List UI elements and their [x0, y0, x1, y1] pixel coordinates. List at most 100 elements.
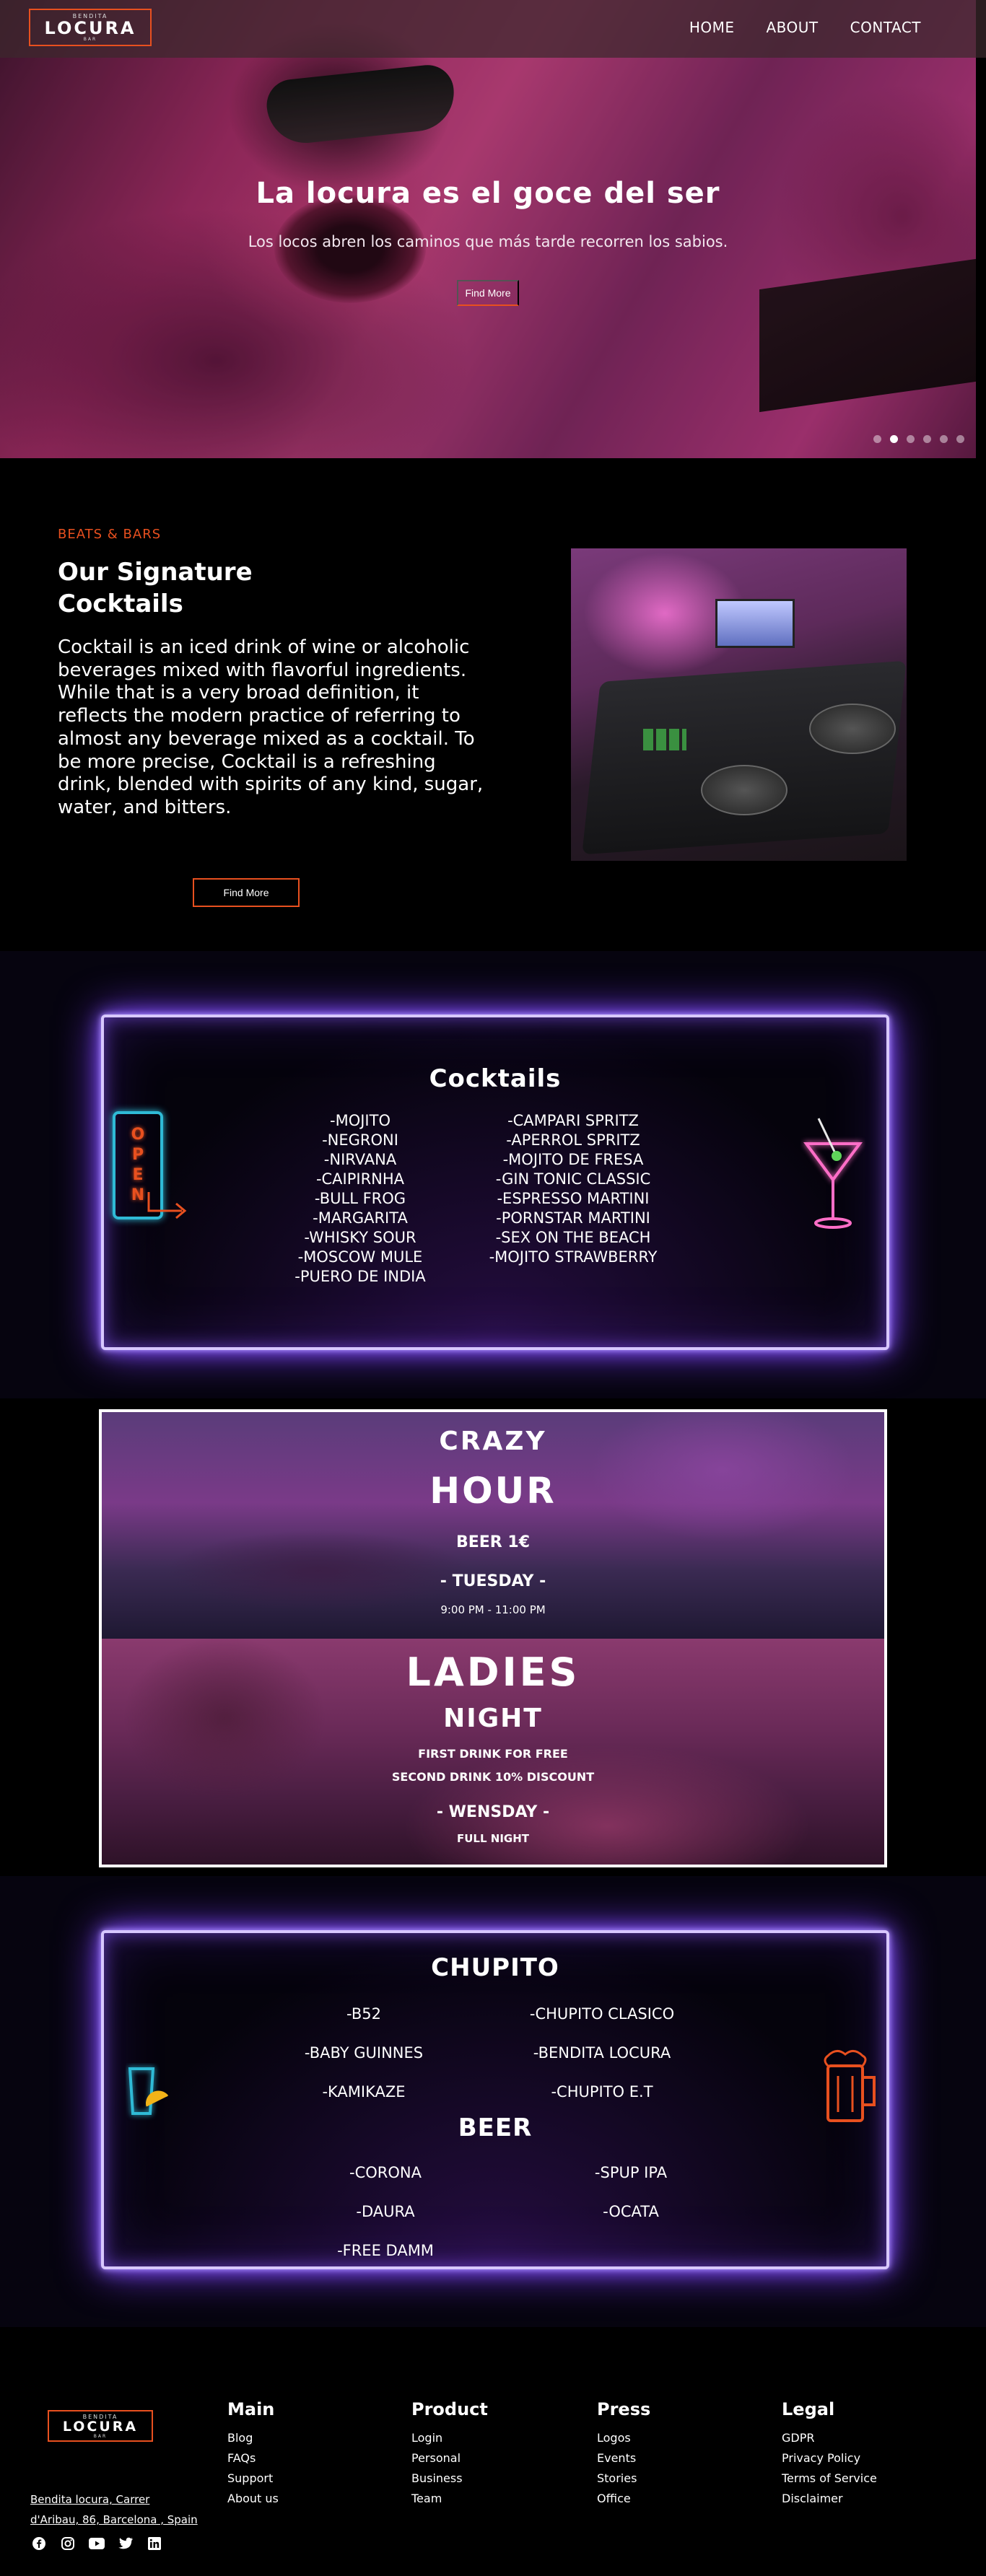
- menu-item: -NIRVANA: [323, 1151, 397, 1168]
- footer-link-gdpr[interactable]: GDPR: [782, 2428, 877, 2448]
- footer-link-business[interactable]: Business: [411, 2468, 488, 2489]
- jog-wheel: [809, 704, 896, 754]
- ladies-label: LADIES: [406, 1649, 580, 1695]
- jog-wheel: [701, 765, 788, 815]
- footer-column-legal: Legal GDPR Privacy Policy Terms of Servi…: [782, 2399, 877, 2509]
- hero-title: La locura es el goce del ser: [256, 177, 720, 210]
- menu-item: -CORONA: [349, 2164, 422, 2181]
- footer-link-personal[interactable]: Personal: [411, 2448, 488, 2468]
- menu-item: -BULL FROG: [314, 1190, 406, 1207]
- carousel-dot[interactable]: [940, 435, 948, 443]
- menu-item: -PUERO DE INDIA: [295, 1268, 426, 1285]
- twitter-icon[interactable]: [117, 2535, 134, 2552]
- footer-logo[interactable]: BENDITA LOCURA BAR: [48, 2410, 153, 2442]
- dj-pads: [643, 729, 686, 750]
- carousel-indicators: [873, 435, 964, 443]
- menu-item: -ESPRESSO MARTINI: [497, 1190, 650, 1207]
- cocktails-list-left: -MOJITO -NEGRONI -NIRVANA -CAIPIRNHA -BU…: [248, 1111, 472, 1287]
- dj-controller: [582, 660, 907, 855]
- menu-item: -CAIPIRNHA: [315, 1170, 405, 1188]
- hour-label: HOUR: [429, 1470, 557, 1512]
- facebook-icon[interactable]: [30, 2535, 48, 2552]
- menu-item: -B52: [346, 2005, 381, 2023]
- shot-glass-icon: [128, 2067, 169, 2115]
- laptop-screen: [715, 599, 795, 648]
- carousel-dot-active[interactable]: [890, 435, 898, 443]
- beer-list-right: -SPUP IPA -OCATA: [537, 2153, 725, 2231]
- crazy-hour-panel: CRAZY HOUR BEER 1€ - TUESDAY - 9:00 PM -…: [102, 1412, 884, 1639]
- footer-link-about-us[interactable]: About us: [227, 2489, 279, 2509]
- carousel-dot[interactable]: [873, 435, 881, 443]
- menu-item: -MARGARITA: [313, 1209, 408, 1227]
- footer-link-login[interactable]: Login: [411, 2428, 488, 2448]
- footer-link-faqs[interactable]: FAQs: [227, 2448, 279, 2468]
- footer-link-blog[interactable]: Blog: [227, 2428, 279, 2448]
- carousel-dot[interactable]: [956, 435, 964, 443]
- menu-item: -MOJITO DE FRESA: [502, 1151, 644, 1168]
- menu-item: -MOJITO: [330, 1112, 391, 1129]
- hero-find-more-button[interactable]: Find More: [457, 280, 519, 306]
- signature-find-more-button[interactable]: Find More: [193, 878, 300, 907]
- top-navbar: BENDITA LOCURA BAR HOME ABOUT CONTACT: [0, 0, 986, 58]
- chupito-list-left: -B52 -BABY GUINNES -KAMIKAZE: [292, 1994, 436, 2111]
- menu-item: -APERROL SPRITZ: [506, 1131, 640, 1149]
- chupito-list-right: -CHUPITO CLASICO -BENDITA LOCURA -CHUPIT…: [494, 1994, 710, 2111]
- footer-link-disclaimer[interactable]: Disclaimer: [782, 2489, 877, 2509]
- youtube-icon[interactable]: [88, 2535, 105, 2552]
- menu-item: -CHUPITO CLASICO: [529, 2005, 675, 2023]
- logo-bottom-text: BAR: [83, 37, 97, 42]
- section-title: Our Signature Cocktails: [58, 558, 253, 618]
- carousel-dot[interactable]: [907, 435, 915, 443]
- menu-item: -BABY GUINNES: [304, 2044, 424, 2062]
- footer-address-link[interactable]: Bendita locura, Carrer d'Aribau, 86, Bar…: [30, 2489, 211, 2530]
- logo-main-text: LOCURA: [44, 18, 136, 38]
- menu-item: -CAMPARI SPRITZ: [507, 1112, 639, 1129]
- footer-column-title: Legal: [782, 2399, 835, 2419]
- footer-link-office[interactable]: Office: [597, 2489, 650, 2509]
- crazy-label: CRAZY: [439, 1427, 547, 1456]
- menu-item: -MOSCOW MULE: [297, 1248, 423, 1266]
- address-line: Bendita locura, Carrer: [30, 2493, 150, 2506]
- menu-item: -NEGRONI: [322, 1131, 398, 1149]
- menu-item: -KAMIKAZE: [322, 2083, 406, 2100]
- wednesday-label: - WENSDAY -: [436, 1802, 550, 1821]
- tuesday-label: - TUESDAY -: [440, 1572, 546, 1590]
- logo-main-text: LOCURA: [62, 2418, 139, 2435]
- menu-item: -WHISKY SOUR: [304, 1229, 416, 1246]
- logo-bottom-text: BAR: [93, 2433, 108, 2439]
- section-description: Cocktail is an iced drink of wine or alc…: [58, 636, 484, 819]
- hero-subtitle: Los locos abren los caminos que más tard…: [248, 233, 728, 250]
- menu-item: -CHUPITO E.T: [551, 2083, 653, 2100]
- menu-item: -DAURA: [356, 2203, 415, 2220]
- nav-link-home[interactable]: HOME: [689, 19, 735, 36]
- footer-link-team[interactable]: Team: [411, 2489, 488, 2509]
- night-label: NIGHT: [443, 1703, 543, 1733]
- address-line: d'Aribau, 86, Barcelona , Spain: [30, 2513, 198, 2526]
- social-links: [30, 2535, 163, 2552]
- footer-column-title: Product: [411, 2399, 488, 2419]
- cocktails-title: Cocktails: [429, 1064, 562, 1093]
- footer-link-support[interactable]: Support: [227, 2468, 279, 2489]
- footer-link-events[interactable]: Events: [597, 2448, 650, 2468]
- dj-booth-photo: [571, 548, 907, 861]
- nav-links: HOME ABOUT CONTACT: [689, 19, 921, 36]
- neon-arrow-icon: [147, 1192, 187, 1219]
- footer-link-logos[interactable]: Logos: [597, 2428, 650, 2448]
- footer-link-terms-of-service[interactable]: Terms of Service: [782, 2468, 877, 2489]
- nav-link-about[interactable]: ABOUT: [767, 19, 819, 36]
- carousel-dot[interactable]: [923, 435, 931, 443]
- footer-column-title: Main: [227, 2399, 275, 2419]
- tuesday-time: 9:00 PM - 11:00 PM: [440, 1603, 546, 1616]
- instagram-icon[interactable]: [59, 2535, 77, 2552]
- nav-link-contact[interactable]: CONTACT: [850, 19, 921, 36]
- beer-price: BEER 1€: [455, 1533, 531, 1551]
- footer-link-privacy-policy[interactable]: Privacy Policy: [782, 2448, 877, 2468]
- linkedin-icon[interactable]: [146, 2535, 163, 2552]
- chupito-section: CHUPITO -B52 -BABY GUINNES -KAMIKAZE -CH…: [0, 1876, 986, 2327]
- first-drink-offer: FIRST DRINK FOR FREE: [418, 1746, 568, 1761]
- footer-column-product: Product Login Personal Business Team: [411, 2399, 488, 2509]
- beer-mug-icon: [824, 2050, 876, 2122]
- beer-title: BEER: [458, 2113, 533, 2142]
- footer-link-stories[interactable]: Stories: [597, 2468, 650, 2489]
- site-logo[interactable]: BENDITA LOCURA BAR: [29, 9, 152, 46]
